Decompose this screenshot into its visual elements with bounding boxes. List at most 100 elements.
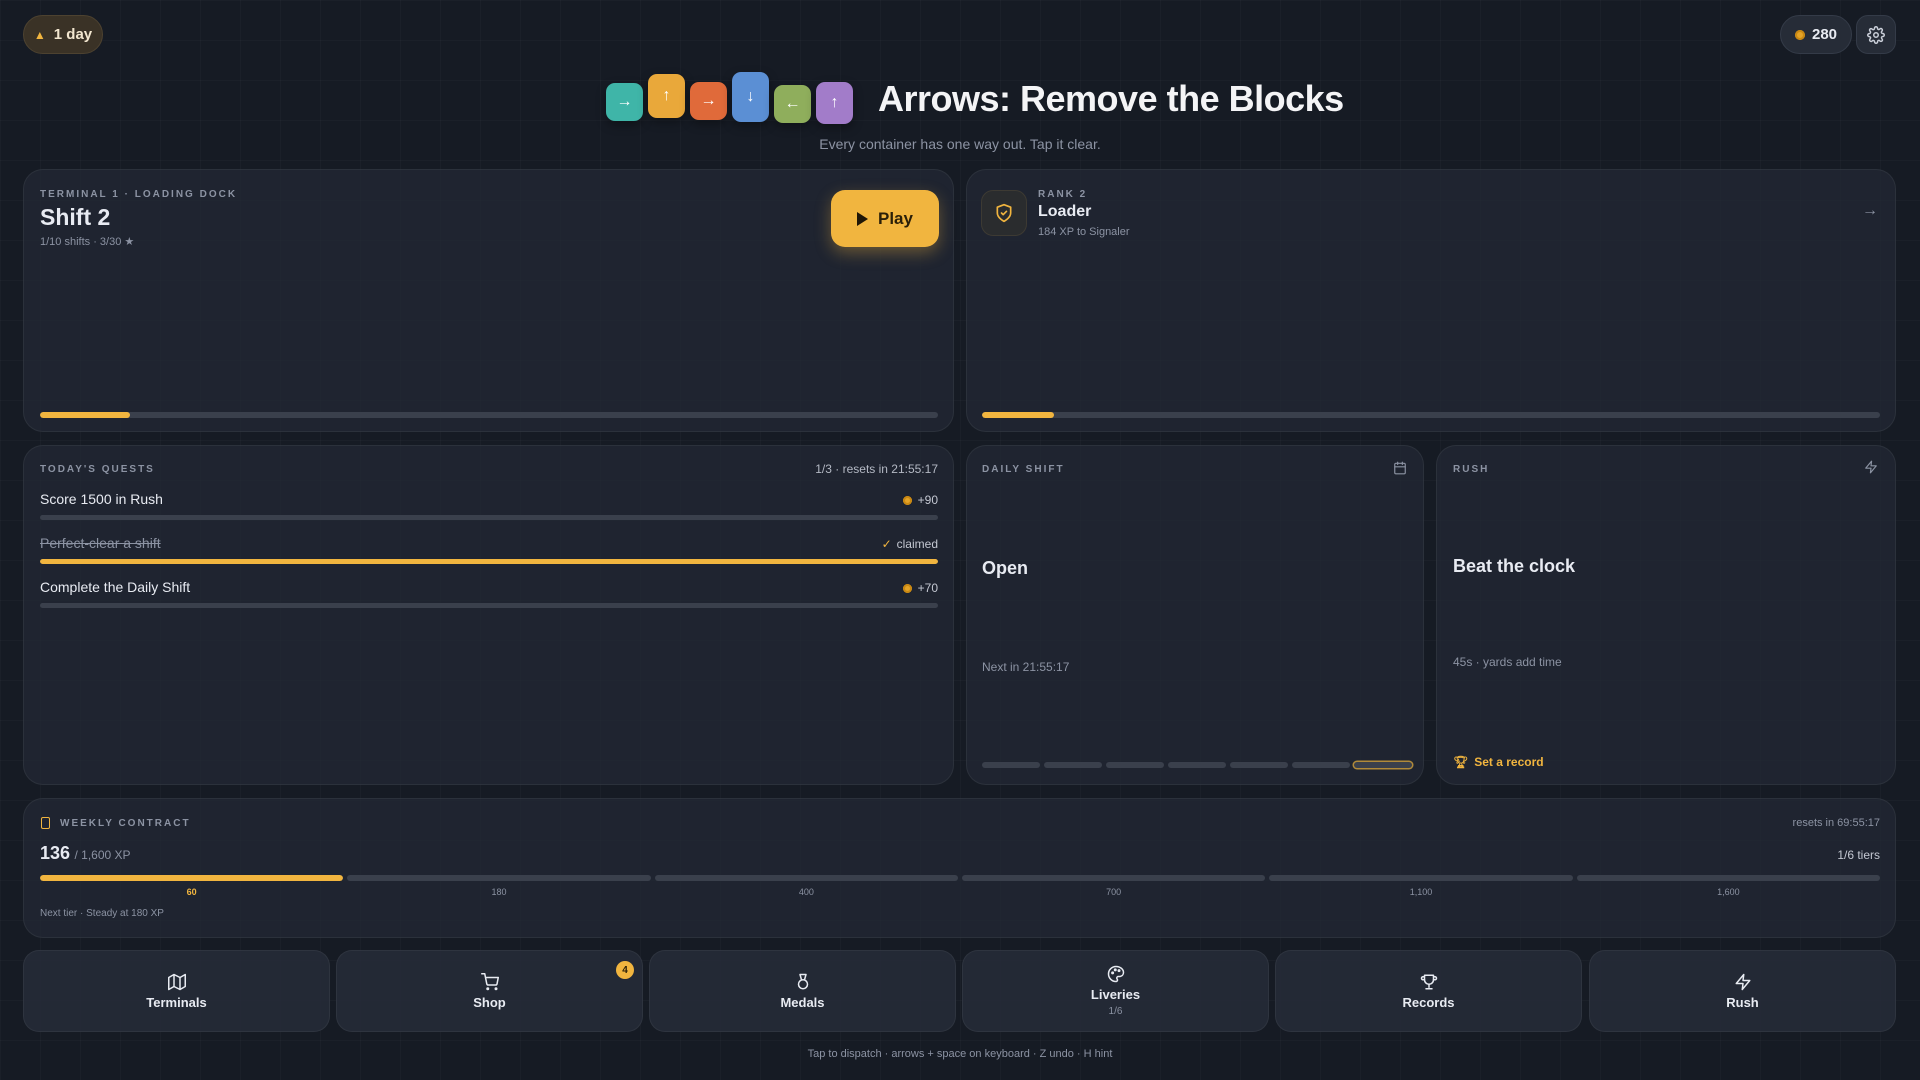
logo-block-1: → [606, 83, 643, 121]
rank-progress-fill [982, 412, 1054, 418]
nav-rush-label: Rush [1726, 994, 1759, 1010]
document-icon [41, 817, 50, 829]
medal-icon [797, 973, 808, 989]
rush-eyebrow: RUSH [1453, 464, 1490, 475]
quests-eyebrow: TODAY'S QUESTS [40, 464, 155, 475]
trophy-icon [1420, 974, 1437, 989]
rush-title: Beat the clock [1453, 556, 1576, 576]
palette-icon [1107, 965, 1124, 983]
play-icon [857, 211, 868, 226]
quest-name: Score 1500 in Rush [40, 491, 163, 507]
rank-meta: 184 XP to Signaler [1038, 226, 1130, 238]
coin-icon [1794, 29, 1805, 40]
campaign-title: Shift 2 [40, 204, 111, 230]
logo-block-5: ← [774, 85, 811, 123]
campaign-eyebrow: TERMINAL 1 · LOADING DOCK [40, 189, 238, 200]
daily-status: Open [982, 558, 1029, 578]
nav-rush-button[interactable]: Rush [1589, 950, 1896, 1032]
shield-icon [996, 203, 1012, 223]
contract-xp-total: / 1,600 XP [74, 848, 131, 862]
calendar-icon [1394, 461, 1406, 475]
arrow-right-icon[interactable]: → [1862, 202, 1878, 220]
nav-liveries-label: Liveries [1090, 987, 1141, 1002]
quest-reward: +90 [902, 493, 938, 507]
flame-icon: ▲ [33, 27, 46, 42]
rank-card[interactable] [966, 169, 1896, 432]
daily-day-segment [1044, 762, 1102, 768]
map-icon [167, 973, 186, 990]
campaign-card[interactable] [23, 169, 954, 432]
streak-label: 1 day [53, 26, 93, 43]
daily-day-segment [982, 762, 1040, 768]
logo-block-3: → [690, 82, 727, 120]
coin-count: 280 [1811, 26, 1838, 43]
logo-block-2: ↑ [648, 74, 685, 118]
contract-tier-label: 700 [1106, 887, 1122, 897]
game-subtitle: Every container has one way out. Tap it … [819, 136, 1101, 152]
coin-icon [902, 584, 912, 594]
daily-week-segments [982, 762, 1412, 768]
contract-eyebrow: WEEKLY CONTRACT [60, 818, 191, 829]
play-button[interactable]: Play [831, 190, 939, 247]
campaign-progress-bar [40, 412, 938, 418]
contract-tier-bar [1269, 875, 1573, 881]
contract-resets: resets in 69:55:17 [1792, 817, 1880, 829]
contract-tier-label: 400 [798, 887, 814, 897]
nav-shop-button[interactable]: Shop 4 [336, 950, 643, 1032]
nav-medals-label: Medals [780, 994, 825, 1010]
daily-shift-card[interactable] [966, 445, 1424, 785]
quest-reward: +70 [902, 581, 938, 595]
nav-terminals-label: Terminals [146, 994, 207, 1010]
check-icon: ✓ [881, 537, 892, 551]
nav-liveries-button[interactable]: Liveries 1/6 [962, 950, 1269, 1032]
daily-day-segment [1106, 762, 1164, 768]
quest-name: Perfect-clear a shift [40, 535, 161, 551]
daily-day-segment [1292, 762, 1350, 768]
daily-day-segment [1168, 762, 1226, 768]
contract-tier-label: 1,600 [1717, 887, 1740, 897]
shop-notification-badge: 4 [616, 961, 634, 979]
quest-progress-bar [40, 603, 938, 608]
set-record-link[interactable]: 🏆︎ Set a record [1453, 755, 1544, 769]
daily-eyebrow: DAILY SHIFT [982, 464, 1065, 475]
settings-button[interactable] [1856, 15, 1896, 54]
rush-card[interactable] [1436, 445, 1896, 785]
quests-status: 1/3 · resets in 21:55:17 [815, 462, 938, 476]
set-record-label: Set a record [1474, 755, 1544, 769]
logo-block-6: ↑ [816, 82, 853, 124]
play-label: Play [878, 208, 913, 228]
keyboard-hint: Tap to dispatch · arrows + space on keyb… [807, 1048, 1113, 1060]
logo-arrow-blocks: → ↑ → ↓ ← ↑ [606, 70, 856, 130]
contract-tier-fill [40, 875, 344, 881]
rank-eyebrow: RANK 2 [1038, 189, 1088, 200]
contract-tiers-done: 1/6 tiers [1837, 848, 1880, 862]
nav-shop-label: Shop [473, 994, 506, 1010]
contract-tier-bar [40, 875, 344, 881]
streak-pill: ▲ 1 day [23, 15, 103, 54]
rank-progress-bar [982, 412, 1880, 418]
contract-tier-label: 1,100 [1409, 887, 1433, 897]
gear-icon [1867, 25, 1885, 44]
contract-tier-bar [654, 875, 958, 881]
logo-block-4: ↓ [732, 72, 769, 122]
nav-medals-button[interactable]: Medals [649, 950, 956, 1032]
cart-icon [480, 972, 499, 990]
coin-balance: 280 [1780, 15, 1852, 54]
coin-icon [902, 496, 912, 506]
weekly-contract-card [23, 798, 1896, 938]
quest-progress-fill [40, 559, 938, 564]
contract-next-tier: Next tier · Steady at 180 XP [40, 908, 164, 919]
contract-tier-bar [1576, 875, 1880, 881]
nav-records-button[interactable]: Records [1275, 950, 1582, 1032]
quest-progress-bar [40, 515, 938, 520]
contract-tier-bar [962, 875, 1266, 881]
bolt-icon [1864, 459, 1878, 480]
nav-liveries-count: 1/6 [1108, 1006, 1123, 1017]
nav-records-label: Records [1402, 994, 1455, 1010]
campaign-progress-fill [40, 412, 130, 418]
nav-terminals-button[interactable]: Terminals [23, 950, 330, 1032]
rank-title: Loader [1038, 203, 1092, 220]
trophy-icon: 🏆︎ [1453, 755, 1469, 769]
contract-tier-bar [347, 875, 651, 881]
campaign-meta: 1/10 shifts · 3/30 ★ [40, 236, 135, 248]
